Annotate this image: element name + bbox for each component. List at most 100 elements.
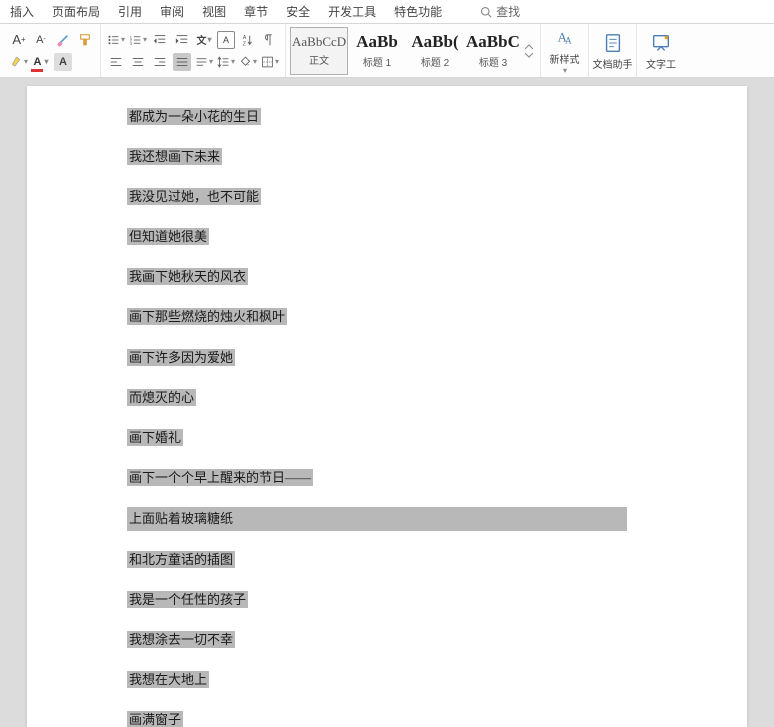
ribbon-tabs: 插入 页面布局 引用 审阅 视图 章节 安全 开发工具 特色功能 查找	[0, 0, 774, 24]
selected-text: 画下一个个早上醒来的节日——	[127, 469, 313, 486]
document-line[interactable]: 我想在大地上	[127, 669, 667, 691]
tab-chapter[interactable]: 章节	[244, 3, 268, 20]
document-line[interactable]: 和北方童话的插图	[127, 549, 667, 571]
new-style-label: 新样式	[550, 51, 580, 66]
selected-text: 上面贴着玻璃糖纸	[127, 507, 627, 531]
document-line[interactable]: 画下那些燃烧的烛火和枫叶	[127, 306, 667, 328]
tab-view[interactable]: 视图	[202, 3, 226, 20]
search-icon	[480, 6, 492, 18]
document-line[interactable]: 我画下她秋天的风衣	[127, 266, 667, 288]
chevron-down-icon	[525, 52, 533, 58]
document-area[interactable]: 都成为一朵小花的生日我还想画下未来我没见过她，也不可能但知道她很美我画下她秋天的…	[0, 78, 774, 727]
style-label: 标题 3	[479, 54, 507, 69]
document-line[interactable]: 画下许多因为爱她	[127, 347, 667, 369]
font-size-group: A+ A- ▾ A▾ A	[4, 24, 101, 77]
selected-text: 我想涂去一切不幸	[127, 631, 235, 648]
selected-text: 但知道她很美	[127, 228, 209, 245]
text-tools-button[interactable]: 文字工	[637, 24, 685, 78]
selected-text: 我还想画下未来	[127, 148, 222, 165]
document-lines: 都成为一朵小花的生日我还想画下未来我没见过她，也不可能但知道她很美我画下她秋天的…	[127, 106, 667, 727]
selected-text: 而熄灭的心	[127, 389, 196, 406]
document-line[interactable]: 上面贴着玻璃糖纸	[127, 507, 667, 531]
text-tools-icon	[650, 32, 672, 54]
document-line[interactable]: 而熄灭的心	[127, 387, 667, 409]
borders-button[interactable]: ▾	[261, 53, 279, 71]
document-line[interactable]: 我没见过她，也不可能	[127, 186, 667, 208]
document-line[interactable]: 但知道她很美	[127, 226, 667, 248]
document-line[interactable]: 我还想画下未来	[127, 146, 667, 168]
doc-assist-label: 文档助手	[593, 56, 633, 71]
chevron-up-icon	[525, 44, 533, 50]
selected-text: 我是一个任性的孩子	[127, 591, 248, 608]
paragraph-group: ▾ 123▾ 文▾ A AZ ▾ ▾ ▾ ▾	[101, 24, 286, 77]
selected-text: 画下那些燃烧的烛火和枫叶	[127, 308, 287, 325]
style-preview: AaBb(	[411, 32, 458, 52]
tab-security[interactable]: 安全	[286, 3, 310, 20]
document-line[interactable]: 画满窗子	[127, 709, 667, 727]
tab-devtools[interactable]: 开发工具	[328, 3, 376, 20]
svg-text:3: 3	[130, 40, 133, 45]
svg-text:Z: Z	[243, 41, 247, 47]
phonetic-guide-button[interactable]: 文▾	[195, 31, 213, 49]
align-distributed-button[interactable]: ▾	[195, 53, 213, 71]
new-style-icon: AA	[554, 27, 576, 49]
style-normal[interactable]: AaBbCcDd 正文	[290, 27, 348, 75]
show-marks-button[interactable]	[261, 31, 279, 49]
increase-font-button[interactable]: A+	[10, 31, 28, 49]
sort-button[interactable]: AZ	[239, 31, 257, 49]
selected-text: 和北方童话的插图	[127, 551, 235, 568]
document-line[interactable]: 画下婚礼	[127, 427, 667, 449]
tab-page-layout[interactable]: 页面布局	[52, 3, 100, 20]
style-gallery-more[interactable]	[522, 27, 536, 75]
font-color-button[interactable]: A▾	[32, 53, 50, 71]
shading-button[interactable]: ▾	[239, 53, 257, 71]
decrease-font-button[interactable]: A-	[32, 31, 50, 49]
style-preview: AaBbCcDd	[292, 34, 346, 50]
tab-review[interactable]: 审阅	[160, 3, 184, 20]
increase-indent-button[interactable]	[173, 31, 191, 49]
decrease-indent-button[interactable]	[151, 31, 169, 49]
highlight-button[interactable]: ▾	[10, 53, 28, 71]
style-heading-3[interactable]: AaBbC( 标题 3	[464, 27, 522, 75]
style-label: 标题 2	[421, 54, 449, 69]
document-page[interactable]: 都成为一朵小花的生日我还想画下未来我没见过她，也不可能但知道她很美我画下她秋天的…	[27, 86, 747, 727]
selected-text: 我画下她秋天的风衣	[127, 268, 248, 285]
line-spacing-button[interactable]: ▾	[217, 53, 235, 71]
style-label: 正文	[309, 52, 329, 67]
numbering-button[interactable]: 123▾	[129, 31, 147, 49]
text-tools-label: 文字工	[646, 56, 676, 71]
bullets-button[interactable]: ▾	[107, 31, 125, 49]
align-left-button[interactable]	[107, 53, 125, 71]
selected-text: 画满窗子	[127, 711, 183, 727]
selected-text: 画下婚礼	[127, 429, 183, 446]
new-style-button[interactable]: AA 新样式▾	[541, 24, 589, 78]
char-border-button[interactable]: A	[217, 31, 235, 49]
align-right-button[interactable]	[151, 53, 169, 71]
style-preview: AaBb	[356, 32, 398, 52]
tab-references[interactable]: 引用	[118, 3, 142, 20]
tab-special[interactable]: 特色功能	[394, 3, 442, 20]
ribbon-toolbar: A+ A- ▾ A▾ A ▾ 123▾ 文▾ A AZ	[0, 24, 774, 78]
document-line[interactable]: 我是一个任性的孩子	[127, 589, 667, 611]
style-label: 标题 1	[363, 54, 391, 69]
align-justify-button[interactable]	[173, 53, 191, 71]
document-line[interactable]: 画下一个个早上醒来的节日——	[127, 467, 667, 489]
style-gallery: AaBbCcDd 正文 AaBb 标题 1 AaBb( 标题 2 AaBbC( …	[286, 24, 541, 77]
search-label: 查找	[496, 3, 520, 20]
style-preview: AaBbC(	[466, 32, 520, 52]
style-heading-1[interactable]: AaBb 标题 1	[348, 27, 406, 75]
format-painter-button[interactable]	[76, 31, 94, 49]
selected-text: 画下许多因为爱她	[127, 349, 235, 366]
selected-text: 我想在大地上	[127, 671, 209, 688]
tab-insert[interactable]: 插入	[10, 3, 34, 20]
align-center-button[interactable]	[129, 53, 147, 71]
clear-format-button[interactable]	[54, 31, 72, 49]
document-line[interactable]: 我想涂去一切不幸	[127, 629, 667, 651]
style-heading-2[interactable]: AaBb( 标题 2	[406, 27, 464, 75]
doc-assist-button[interactable]: 文档助手	[589, 24, 637, 78]
search-box[interactable]: 查找	[480, 3, 520, 20]
selected-text: 我没见过她，也不可能	[127, 188, 261, 205]
selected-text: 都成为一朵小花的生日	[127, 108, 261, 125]
document-line[interactable]: 都成为一朵小花的生日	[127, 106, 667, 128]
char-shading-button[interactable]: A	[54, 53, 72, 71]
